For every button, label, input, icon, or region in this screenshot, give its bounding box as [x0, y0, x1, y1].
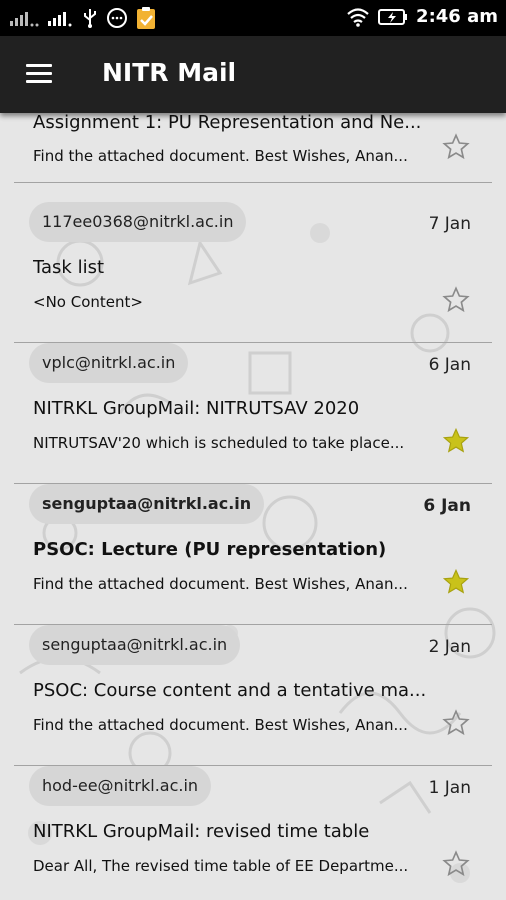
- email-item[interactable]: vplc@nitrkl.ac.in 6 Jan NITRKL GroupMail…: [0, 343, 506, 484]
- email-subject: NITRKL GroupMail: NITRUTSAV 2020: [33, 398, 360, 419]
- email-date: 1 Jan: [428, 778, 471, 798]
- email-preview: NITRUTSAV'20 which is scheduled to take …: [33, 434, 405, 452]
- signal-icon: [10, 12, 39, 27]
- sender-chip: vplc@nitrkl.ac.in: [29, 343, 189, 383]
- star-icon-filled[interactable]: [442, 427, 470, 455]
- email-preview: Dear All, The revised time table of EE D…: [33, 857, 409, 875]
- email-preview: Find the attached document. Best Wishes,…: [33, 716, 408, 734]
- email-item[interactable]: hod-ee@nitrkl.ac.in 1 Jan NITRKL GroupMa…: [0, 766, 506, 900]
- email-date: 6 Jan: [428, 355, 471, 375]
- sender-chip: hod-ee@nitrkl.ac.in: [29, 766, 212, 806]
- email-date: 2 Jan: [428, 637, 471, 657]
- sender-chip: 117ee0368@nitrkl.ac.in: [29, 202, 247, 242]
- wifi-icon: [347, 7, 369, 27]
- email-preview: <No Content>: [33, 293, 143, 311]
- email-subject: Task list: [33, 257, 105, 278]
- clipboard-icon: [137, 7, 155, 29]
- star-icon[interactable]: [442, 709, 470, 737]
- email-subject: PSOC: Lecture (PU representation): [33, 539, 387, 560]
- email-date: 6 Jan: [423, 496, 471, 516]
- divider: [14, 182, 492, 183]
- email-item[interactable]: Assignment 1: PU Representation and Ne..…: [0, 113, 506, 183]
- email-item-unread[interactable]: senguptaa@nitrkl.ac.in 6 Jan PSOC: Lectu…: [0, 484, 506, 625]
- status-bar: 2:46 am: [0, 0, 506, 36]
- app-title: NITR Mail: [102, 58, 237, 87]
- email-preview: Find the attached document. Best Wishes,…: [33, 575, 408, 593]
- menu-button[interactable]: [20, 61, 54, 87]
- email-item[interactable]: senguptaa@nitrkl.ac.in 2 Jan PSOC: Cours…: [0, 625, 506, 766]
- star-icon-filled[interactable]: [442, 568, 470, 596]
- menu-icon: [26, 64, 52, 67]
- star-icon[interactable]: [442, 133, 470, 161]
- email-item[interactable]: 117ee0368@nitrkl.ac.in 7 Jan Task list <…: [0, 202, 506, 343]
- email-subject: NITRKL GroupMail: revised time table: [33, 821, 370, 842]
- email-preview: Find the attached document. Best Wishes,…: [33, 147, 408, 165]
- star-icon[interactable]: [442, 286, 470, 314]
- battery-charging-icon: [378, 8, 408, 25]
- star-icon[interactable]: [442, 850, 470, 878]
- sender-chip: senguptaa@nitrkl.ac.in: [29, 484, 265, 524]
- chat-icon: [107, 8, 127, 28]
- email-subject: Assignment 1: PU Representation and Ne..…: [33, 113, 422, 133]
- app-bar: NITR Mail: [0, 36, 506, 113]
- email-date: 7 Jan: [428, 214, 471, 234]
- usb-icon: [84, 9, 96, 28]
- email-subject: PSOC: Course content and a tentative ma.…: [33, 680, 427, 701]
- signal-icon-2: [48, 12, 72, 27]
- email-list[interactable]: Assignment 1: PU Representation and Ne..…: [0, 113, 506, 900]
- clock-time: 2:46 am: [416, 6, 498, 27]
- sender-chip: senguptaa@nitrkl.ac.in: [29, 625, 241, 665]
